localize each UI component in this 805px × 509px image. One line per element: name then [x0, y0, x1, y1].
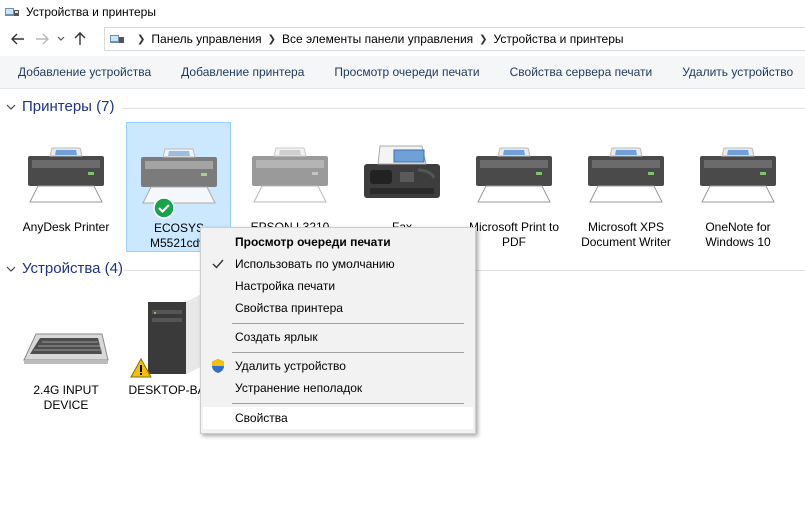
device-label: 2.4G INPUT DEVICE	[33, 383, 99, 412]
devices-group-header[interactable]: Устройства (4)	[6, 260, 123, 277]
printer-item-anydesk[interactable]: AnyDesk Printer	[14, 126, 118, 246]
menu-separator	[232, 403, 464, 404]
menu-item-view-queue[interactable]: Просмотр очереди печати	[203, 231, 473, 253]
menu-separator	[232, 352, 464, 353]
breadcrumb-separator: ❯	[479, 33, 488, 45]
printer-label: OneNote for Windows 10	[705, 220, 771, 249]
control-panel-icon	[110, 35, 124, 43]
chevron-down-icon	[6, 266, 16, 272]
printer-item-ms-xps[interactable]: Microsoft XPS Document Writer	[574, 126, 678, 250]
menu-item-label: Устранение неполадок	[235, 381, 363, 395]
view-print-queue-button[interactable]: Просмотр очереди печати	[319, 65, 494, 79]
printer-label: Microsoft Print to PDF	[468, 220, 560, 249]
back-button[interactable]	[6, 27, 30, 51]
menu-item-label: Создать ярлык	[235, 330, 318, 344]
add-device-button[interactable]: Добавление устройства	[0, 65, 166, 79]
group-divider	[124, 270, 200, 271]
breadcrumb-separator: ❯	[137, 33, 146, 45]
warning-icon	[130, 358, 152, 378]
menu-item-label: Удалить устройство	[235, 359, 346, 373]
devices-printers-icon	[5, 8, 19, 16]
printers-group-label: Принтеры (7)	[22, 98, 115, 115]
address-bar[interactable]: ❯ Панель управления ❯ Все элементы панел…	[104, 27, 805, 51]
printer-icon	[28, 147, 104, 203]
command-bar: Добавление устройства Добавление принтер…	[0, 56, 805, 89]
printer-icon	[588, 147, 664, 203]
printer-icon	[141, 148, 217, 204]
arrow-up-icon	[74, 32, 86, 45]
breadcrumb-devices-printers[interactable]: Устройства и принтеры	[494, 32, 624, 46]
navigation-bar: ❯ Панель управления ❯ Все элементы панел…	[0, 26, 805, 52]
printer-icon	[700, 147, 776, 203]
uac-shield-icon	[212, 359, 224, 373]
printer-icon	[252, 147, 328, 203]
printer-icon	[476, 147, 552, 203]
window-title: Устройства и принтеры	[26, 5, 156, 19]
chevron-down-icon	[57, 36, 65, 41]
title-bar: Устройства и принтеры	[0, 0, 805, 24]
menu-item-label: Свойства принтера	[235, 301, 343, 315]
menu-separator	[232, 323, 464, 324]
printer-label: AnyDesk Printer	[22, 220, 110, 234]
printer-item-ms-pdf[interactable]: Microsoft Print to PDF	[462, 126, 566, 250]
fax-icon	[364, 145, 440, 198]
group-divider	[476, 270, 805, 271]
menu-item-label: Просмотр очереди печати	[235, 235, 391, 249]
menu-item-create-shortcut[interactable]: Создать ярлык	[203, 326, 473, 348]
breadcrumb-all-items[interactable]: Все элементы панели управления	[282, 32, 473, 46]
arrow-left-icon	[11, 33, 24, 45]
printer-item-onenote[interactable]: OneNote for Windows 10	[686, 126, 790, 250]
checkmark-icon	[212, 259, 224, 269]
devices-group-label: Устройства (4)	[22, 260, 123, 277]
breadcrumb-control-panel[interactable]: Панель управления	[151, 32, 261, 46]
menu-item-printer-properties[interactable]: Свойства принтера	[203, 297, 473, 319]
remove-device-button[interactable]: Удалить устройство	[667, 65, 805, 79]
menu-item-print-preferences[interactable]: Настройка печати	[203, 275, 473, 297]
menu-item-label: Свойства	[235, 411, 288, 425]
chevron-down-icon	[6, 104, 16, 110]
add-printer-button[interactable]: Добавление принтера	[166, 65, 319, 79]
menu-item-remove-device[interactable]: Удалить устройство	[203, 355, 473, 377]
group-divider	[122, 108, 805, 109]
print-server-properties-button[interactable]: Свойства сервера печати	[495, 65, 668, 79]
menu-item-troubleshoot[interactable]: Устранение неполадок	[203, 377, 473, 399]
forward-button[interactable]	[30, 27, 54, 51]
recent-locations-button[interactable]	[54, 27, 68, 51]
printers-group-header[interactable]: Принтеры (7)	[6, 98, 114, 115]
arrow-right-icon	[36, 33, 49, 45]
up-button[interactable]	[68, 27, 92, 51]
computer-tower-icon	[148, 294, 202, 374]
keyboard-icon	[23, 333, 109, 364]
menu-item-set-default[interactable]: Использовать по умолчанию	[203, 253, 473, 275]
menu-item-label: Использовать по умолчанию	[235, 257, 395, 271]
device-item-keyboard[interactable]: 2.4G INPUT DEVICE	[14, 290, 118, 414]
context-menu: Просмотр очереди печати Использовать по …	[200, 227, 476, 434]
menu-item-properties[interactable]: Свойства	[203, 407, 473, 429]
menu-item-label: Настройка печати	[235, 279, 336, 293]
printer-label: Microsoft XPS Document Writer	[581, 220, 671, 249]
breadcrumb-separator: ❯	[267, 33, 277, 45]
default-check-icon	[153, 197, 175, 219]
